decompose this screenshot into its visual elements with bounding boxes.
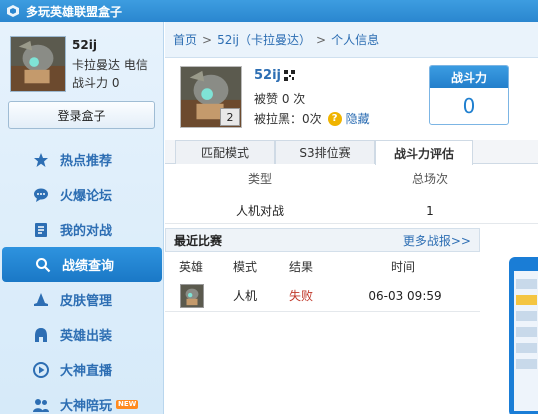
hero-avatar	[180, 283, 204, 308]
title-bar: 多玩英雄联盟盒子	[0, 0, 538, 22]
breadcrumb-separator: >	[202, 32, 213, 47]
tab-power-eval[interactable]: 战斗力评估	[375, 140, 473, 165]
main-panel: 首页 > 52ij（卡拉曼达） > 个人信息 2 52ij 被赞 0 次 被拉黑…	[165, 22, 538, 414]
more-reports-link[interactable]: 更多战报>>	[403, 232, 471, 249]
blacked-count: 被拉黑：0次	[254, 112, 322, 126]
hide-link[interactable]: 隐藏	[346, 110, 370, 127]
header-mode: 模式	[232, 259, 257, 274]
qr-code-icon[interactable]	[284, 70, 296, 81]
app-title: 多玩英雄联盟盒子	[26, 4, 123, 19]
breadcrumb-current: 个人信息	[331, 33, 380, 47]
power-score-box: 战斗力 0	[429, 65, 509, 125]
help-icon[interactable]: ?	[327, 111, 342, 126]
phone-ad-row	[516, 327, 537, 337]
sidebar-item-my-battles[interactable]: 我的对战	[0, 212, 164, 247]
power-score-value: 0	[462, 94, 476, 118]
phone-ad-row	[516, 279, 537, 289]
login-box-button[interactable]: 登录盒子	[8, 101, 155, 129]
mode-tabs: 匹配模式 S3排位赛 战斗力评估	[165, 140, 538, 165]
stats-table-header: 类型 总场次	[165, 168, 538, 188]
phone-ad-row	[516, 359, 537, 369]
phone-ad-banner[interactable]	[509, 257, 538, 414]
player-name-text: 52ij	[254, 68, 282, 83]
tab-normal-mode[interactable]: 匹配模式	[175, 140, 275, 164]
phone-ad-row	[516, 343, 537, 353]
level-badge: 2	[220, 108, 240, 126]
blacked-row: 被拉黑：0次 ? 隐藏	[254, 110, 370, 127]
sidebar-item-label: 战绩查询	[62, 259, 115, 274]
sidebar: 52ij 卡拉曼达 电信 战斗力 0 登录盒子 热点推荐 火爆论坛 我的对战 战…	[0, 22, 164, 414]
header-hero: 英雄	[178, 259, 203, 274]
match-mode: 人机	[232, 289, 257, 303]
hat-icon	[34, 292, 48, 306]
sidebar-item-label: 火爆论坛	[60, 189, 113, 204]
chat-icon	[34, 188, 48, 202]
sidebar-item-companion[interactable]: 大神陪玩 NEW	[0, 387, 164, 414]
player-name: 52ij	[254, 68, 296, 83]
breadcrumb-player[interactable]: 52ij（卡拉曼达）	[217, 31, 311, 48]
profile-server: 卡拉曼达 电信	[72, 58, 148, 72]
helmet-icon	[35, 327, 47, 342]
header-time: 时间	[390, 259, 415, 274]
profile-power: 战斗力 0	[72, 76, 120, 90]
hero-cell	[179, 280, 205, 311]
app-logo-icon	[7, 5, 19, 17]
star-icon	[34, 152, 48, 167]
sidebar-item-label: 热点推荐	[60, 154, 113, 169]
sidebar-item-skins[interactable]: 皮肤管理	[0, 282, 164, 317]
stats-total: 1	[426, 203, 434, 218]
breadcrumb-home[interactable]: 首页	[173, 31, 197, 48]
battle-book-icon	[35, 222, 47, 237]
tab-s3-ranked[interactable]: S3排位赛	[275, 140, 375, 164]
recent-matches-bar: 最近比赛 更多战报>>	[165, 228, 480, 252]
sidebar-item-label: 皮肤管理	[60, 294, 113, 309]
sidebar-item-hero-builds[interactable]: 英雄出装	[0, 317, 164, 352]
match-time: 06-03 09:59	[368, 288, 442, 303]
sidebar-item-label: 英雄出装	[60, 329, 113, 344]
power-score-title: 战斗力	[430, 66, 508, 88]
liked-count: 被赞 0 次	[254, 92, 306, 106]
phone-ad-row	[516, 295, 537, 305]
sidebar-item-label: 大神直播	[60, 364, 113, 379]
breadcrumb: 首页 > 52ij（卡拉曼达） > 个人信息	[165, 22, 538, 58]
sidebar-item-record-query[interactable]: 战绩查询	[2, 247, 162, 282]
breadcrumb-separator: >	[316, 32, 327, 47]
recent-matches-title: 最近比赛	[174, 233, 223, 248]
match-result: 失败	[288, 289, 313, 303]
header-result: 结果	[288, 259, 313, 274]
stats-header-type: 类型	[247, 171, 272, 186]
play-icon	[33, 361, 49, 378]
recent-table-header: 英雄 模式 结果 时间	[165, 255, 480, 277]
table-row: 人机对战 1	[165, 198, 538, 224]
search-icon	[36, 257, 51, 272]
sidebar-item-live[interactable]: 大神直播	[0, 352, 164, 387]
sidebar-item-hot[interactable]: 热点推荐	[0, 142, 164, 177]
sidebar-item-label: 我的对战	[60, 224, 113, 239]
table-row[interactable]: 人机 失败 06-03 09:59	[165, 280, 480, 312]
avatar[interactable]	[10, 36, 66, 92]
phone-ad-screen	[514, 271, 538, 411]
stats-type: 人机对战	[235, 204, 284, 218]
sidebar-nav: 热点推荐 火爆论坛 我的对战 战绩查询 皮肤管理 英雄出装 大神直播 大神陪玩	[0, 142, 164, 414]
stats-header-total: 总场次	[411, 171, 448, 186]
phone-ad-row	[516, 311, 537, 321]
people-icon	[33, 398, 49, 412]
sidebar-item-forum[interactable]: 火爆论坛	[0, 177, 164, 212]
profile-card: 52ij 卡拉曼达 电信 战斗力 0	[8, 34, 158, 102]
profile-name: 52ij	[72, 38, 97, 52]
new-badge: NEW	[116, 400, 139, 409]
sidebar-item-label: 大神陪玩	[60, 399, 113, 414]
